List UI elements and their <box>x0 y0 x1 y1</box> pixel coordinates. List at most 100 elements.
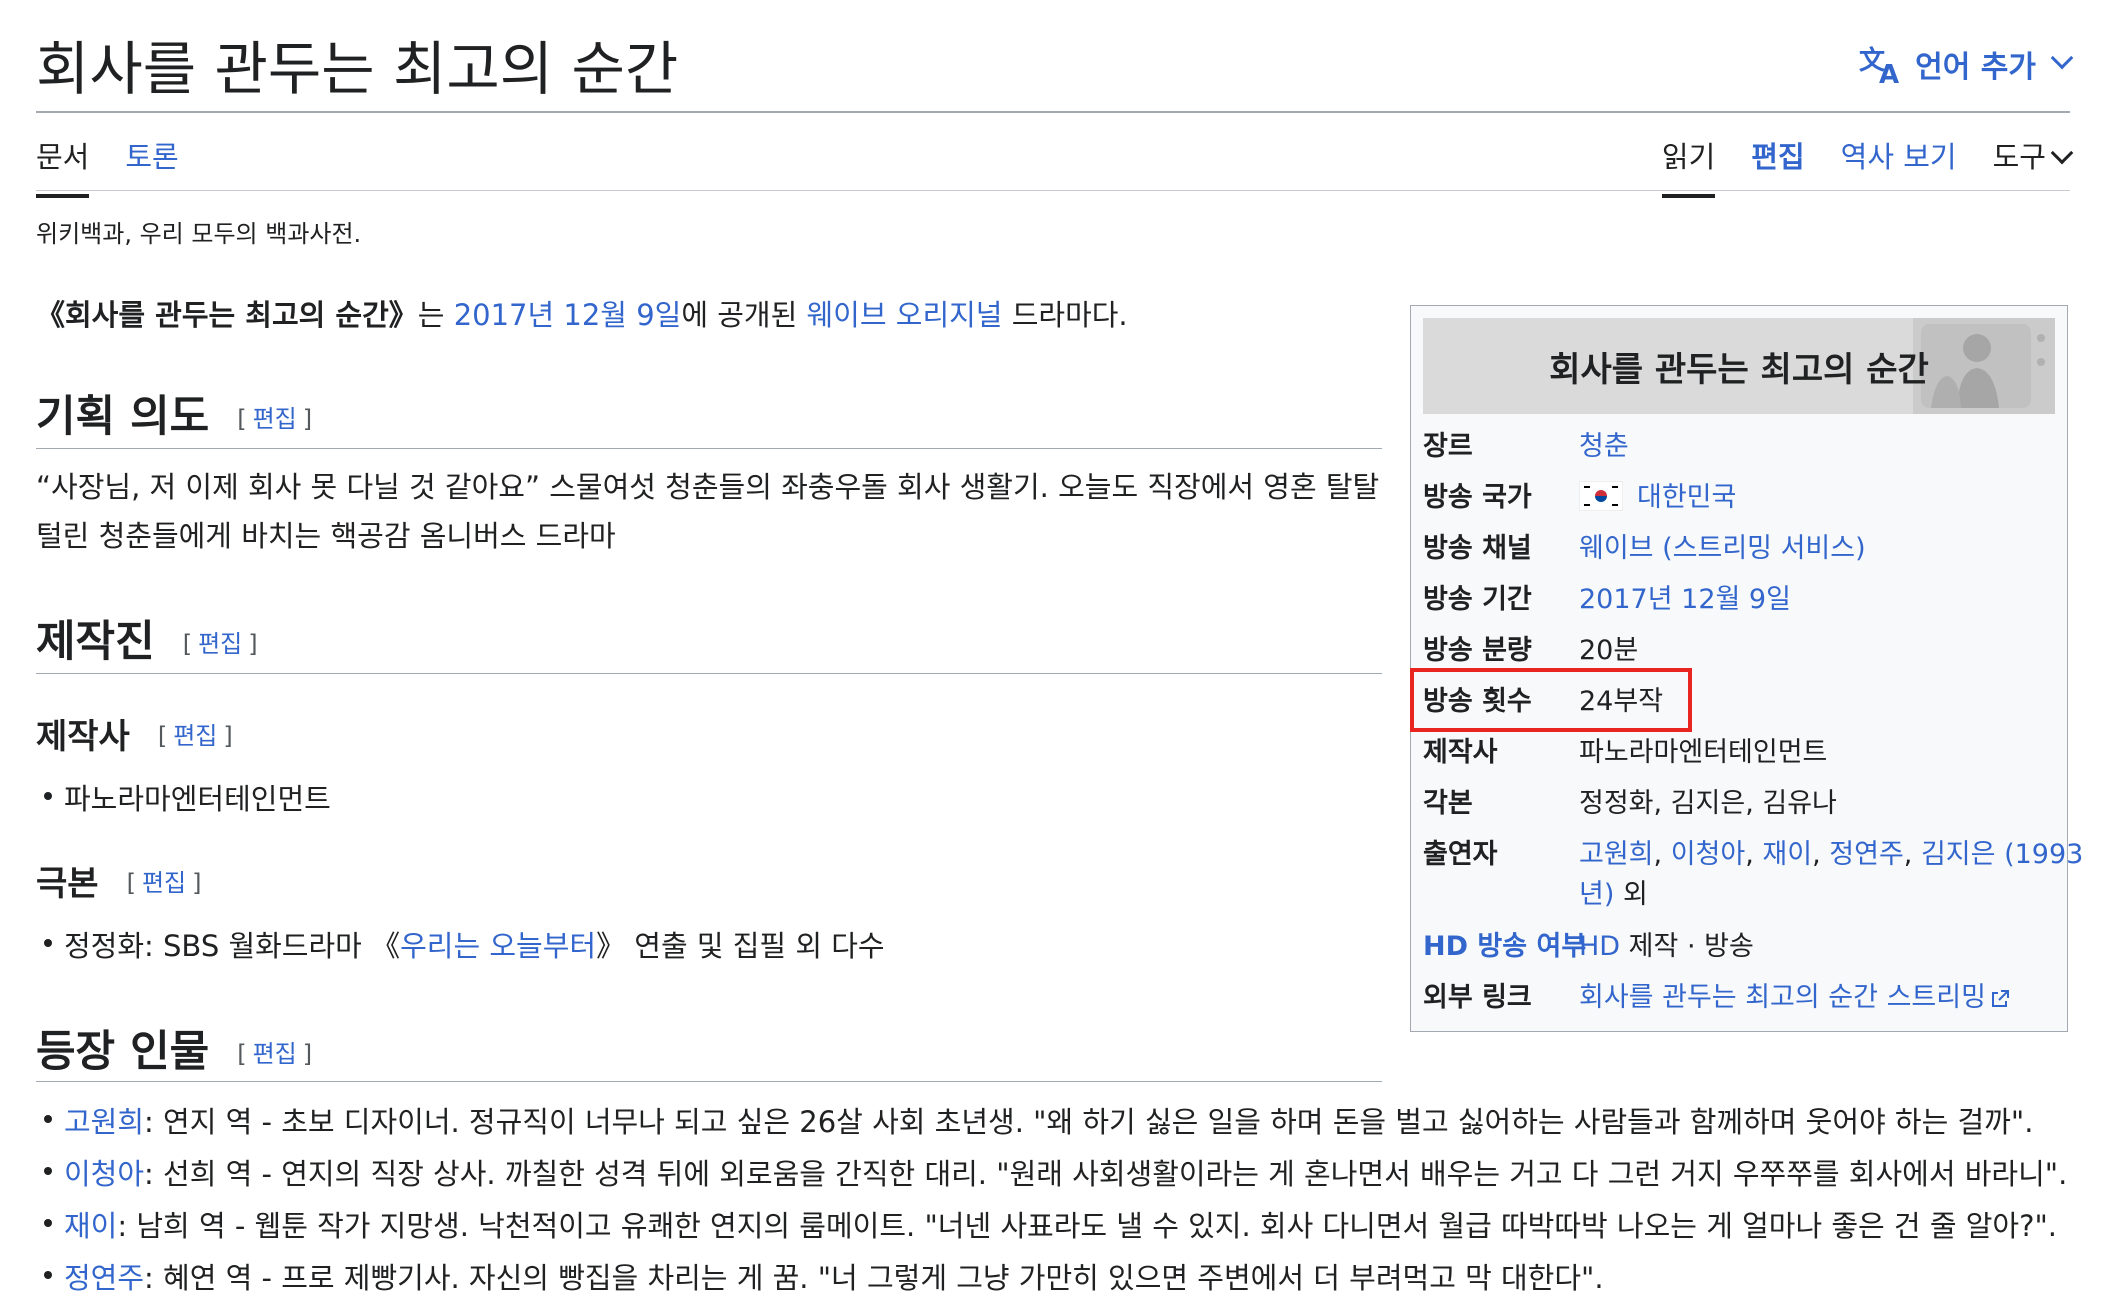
subsection-heading-producer: 제작사 [편집] <box>36 709 233 758</box>
character-description: : 남희 역 - 웹툰 작가 지망생. 낙천적이고 유쾌한 연지의 룸메이트. … <box>117 1209 2058 1243</box>
cast-link[interactable]: 재이 <box>1762 839 1812 870</box>
cast-link[interactable]: 년) <box>1579 879 1614 910</box>
cast-suffix: 외 <box>1614 879 1648 910</box>
page-title: 회사를 관두는 최고의 순간 <box>36 35 679 103</box>
section-title: 제작진 <box>36 617 155 667</box>
infobox-label: 각본 <box>1423 788 1473 819</box>
wavve-original-link[interactable]: 웨이브 오리지널 <box>807 298 1003 332</box>
section-edit: [편집] <box>237 405 313 433</box>
add-language-label: 언어 추가 <box>1915 50 2036 85</box>
section-heading-staff: 제작진 [편집] <box>36 607 258 669</box>
actor-link[interactable]: 정연주 <box>64 1261 144 1295</box>
drama-link[interactable]: 우리는 오늘부터 <box>400 929 596 963</box>
section-edit: [편집] <box>182 630 258 658</box>
section-heading-planning: 기획 의도 [편집] <box>36 382 312 444</box>
infobox-title-text: 회사를 관두는 최고의 순간 <box>1549 349 1929 390</box>
tab-history[interactable]: 역사 보기 <box>1841 134 1957 176</box>
tab-read[interactable]: 읽기 <box>1661 134 1716 198</box>
intro-text: 드라마다. <box>1002 298 1128 332</box>
actor-link[interactable]: 고원희 <box>64 1105 144 1139</box>
site-tagline: 위키백과, 우리 모두의 백과사전. <box>36 220 362 248</box>
infobox-label: 장르 <box>1423 431 1473 462</box>
section-divider <box>36 673 1382 674</box>
list-item: 고원희: 연지 역 - 초보 디자이너. 정규직이 너무나 되고 싶은 26살 … <box>43 1099 2034 1141</box>
list-item: 파노라마엔터테인먼트 <box>44 776 331 818</box>
list-item-text: 》 연출 및 집필 외 다수 <box>596 929 885 963</box>
infobox-label: 방송 국가 <box>1423 482 1532 513</box>
infobox-value: 년) 외 <box>1579 872 1648 911</box>
intro-paragraph: 《회사를 관두는 최고의 순간》는 2017년 12월 9일에 공개된 웨이브 … <box>36 292 1128 334</box>
external-link-icon <box>1991 989 2009 1007</box>
infobox-label: 방송 채널 <box>1423 533 1532 564</box>
section-edit: [편집] <box>126 869 202 897</box>
separator: , <box>1812 839 1830 870</box>
hd-link[interactable]: HD <box>1579 931 1620 962</box>
chevron-down-icon <box>2050 141 2074 165</box>
actor-link[interactable]: 이청아 <box>64 1157 144 1191</box>
infobox-value: 정정화, 김지은, 김유나 <box>1579 788 1837 819</box>
infobox-title: 회사를 관두는 최고의 순간 <box>1423 318 2055 414</box>
tab-edit[interactable]: 편집 <box>1751 134 1804 176</box>
cast-link[interactable]: 이청아 <box>1671 839 1746 870</box>
infobox-label: 방송 분량 <box>1423 635 1532 666</box>
character-description: : 혜연 역 - 프로 제빵기사. 자신의 빵집을 차리는 게 꿈. "너 그렇… <box>144 1261 1604 1295</box>
release-date-link[interactable]: 2017년 12월 9일 <box>454 298 682 332</box>
infobox-value: 파노라마엔터테인먼트 <box>1579 737 1828 768</box>
translate-icon: 文 A <box>1859 45 1899 85</box>
tv-image-icon <box>1913 318 2055 414</box>
external-streaming-link[interactable]: 회사를 관두는 최고의 순간 스트리밍 <box>1579 982 1986 1013</box>
character-description: : 연지 역 - 초보 디자이너. 정규직이 너무나 되고 싶은 26살 사회 … <box>144 1105 2034 1139</box>
cast-link[interactable]: 김지은 (1993 <box>1921 839 2083 870</box>
section-edit: [편집] <box>157 722 233 750</box>
infobox-value: 20분 <box>1579 635 1639 666</box>
intro-text: 에 공개된 <box>681 298 807 332</box>
view-tabs: 읽기 편집 역사 보기 도구 <box>1661 134 2074 198</box>
edit-section-link[interactable]: 편집 <box>173 722 217 750</box>
edit-section-link[interactable]: 편집 <box>253 405 297 433</box>
edit-section-link[interactable]: 편집 <box>198 630 242 658</box>
title-divider <box>36 111 2070 113</box>
tabs-divider <box>36 190 2070 191</box>
subsection-title: 제작사 <box>36 717 130 757</box>
article-title-bold: 《회사를 관두는 최고의 순간》 <box>36 298 418 332</box>
actor-link[interactable]: 재이 <box>64 1209 117 1243</box>
list-item: 정연주: 혜연 역 - 프로 제빵기사. 자신의 빵집을 차리는 게 꿈. "너… <box>44 1255 1604 1297</box>
tools-menu[interactable]: 도구 <box>1992 134 2074 176</box>
chevron-down-icon <box>2050 46 2074 70</box>
subsection-title: 극본 <box>36 864 99 904</box>
infobox-value: 고원희, 이청아, 재이, 정연주, 김지은 (1993 <box>1579 832 2083 871</box>
list-item: 재이: 남희 역 - 웹툰 작가 지망생. 낙천적이고 유쾌한 연지의 룸메이트… <box>43 1203 2058 1245</box>
list-item: 정정화: SBS 월화드라마 《우리는 오늘부터》 연출 및 집필 외 다수 <box>44 923 885 965</box>
subsection-heading-script: 극본 [편집] <box>36 856 201 905</box>
infobox-label: 외부 링크 <box>1423 982 1532 1013</box>
hd-link[interactable]: HD <box>1423 931 1468 962</box>
hd-broadcast-link[interactable]: 방송 여부 <box>1468 931 1586 962</box>
tools-label: 도구 <box>1992 140 2046 174</box>
cast-link[interactable]: 정연주 <box>1829 839 1904 870</box>
section-divider <box>36 1081 1382 1082</box>
infobox-label: HD 방송 여부 <box>1423 924 1586 963</box>
separator: , <box>1745 839 1763 870</box>
period-link[interactable]: 2017년 12월 9일 <box>1579 577 1791 616</box>
channel-link[interactable]: 웨이브 (스트리밍 서비스) <box>1579 526 1866 565</box>
edit-section-link[interactable]: 편집 <box>142 869 186 897</box>
list-item: 이청아: 선희 역 - 연지의 직장 상사. 까칠한 성격 뒤에 외로움을 간직… <box>43 1151 2068 1193</box>
infobox-label: 방송 기간 <box>1423 584 1532 615</box>
infobox-value: HD 제작 · 방송 <box>1579 924 1754 963</box>
genre-link[interactable]: 청춘 <box>1579 424 1629 463</box>
edit-section-link[interactable]: 편집 <box>253 1040 297 1068</box>
list-item-text: 정정화: SBS 월화드라마 《 <box>64 929 401 963</box>
separator: , <box>1653 839 1671 870</box>
country-link[interactable]: 대한민국 <box>1637 482 1736 513</box>
tab-talk[interactable]: 토론 <box>125 134 178 176</box>
add-language-button[interactable]: 文 A 언어 추가 <box>1859 42 2074 86</box>
namespace-tabs: 문서 토론 <box>36 134 179 198</box>
tab-article[interactable]: 문서 <box>36 134 90 198</box>
cast-link[interactable]: 고원희 <box>1579 839 1654 870</box>
svg-text:A: A <box>1879 60 1899 85</box>
section-title: 기획 의도 <box>36 392 210 442</box>
infobox-label: 출연자 <box>1423 839 1498 870</box>
intro-text: 는 <box>417 298 454 332</box>
character-description: : 선희 역 - 연지의 직장 상사. 까칠한 성격 뒤에 외로움을 간직한 대… <box>144 1157 2068 1191</box>
section-edit: [편집] <box>237 1040 313 1068</box>
